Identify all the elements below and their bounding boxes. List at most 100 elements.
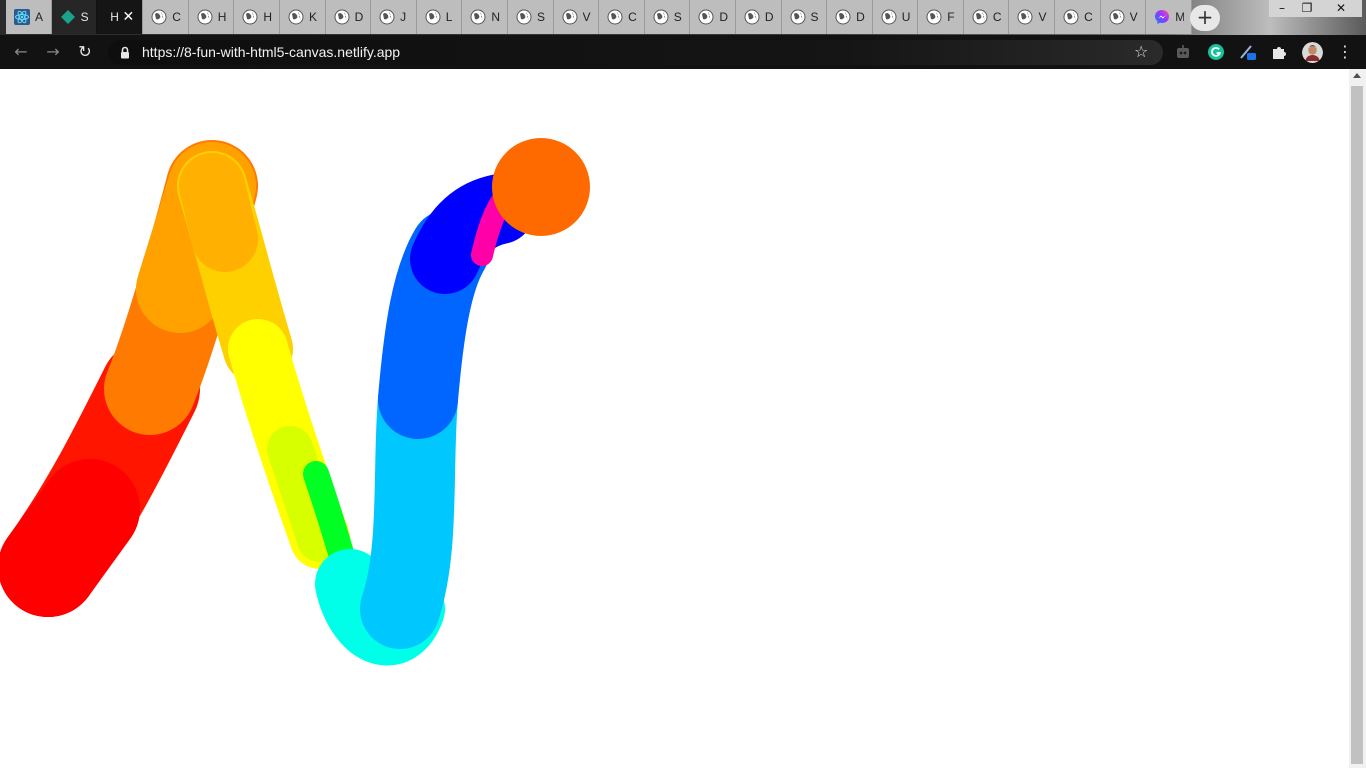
tab-title: J bbox=[400, 10, 407, 24]
globe-icon bbox=[698, 9, 714, 25]
tab-list: A S H ✕ C H H K D J L N S V C S D D S D U F C V C V M bbox=[6, 0, 1192, 35]
tab-title: H bbox=[263, 10, 273, 24]
tab-strip: A S H ✕ C H H K D J L N S V C S D D S D U F C V C V M + – ❐ ✕ bbox=[0, 0, 1366, 35]
puzzle-icon[interactable] bbox=[1270, 43, 1288, 61]
browser-tab[interactable]: H bbox=[234, 0, 280, 34]
messenger-icon bbox=[1154, 9, 1170, 25]
browser-tab[interactable]: D bbox=[827, 0, 873, 34]
browser-tab[interactable]: A bbox=[6, 0, 52, 34]
tab-title: D bbox=[764, 10, 774, 24]
globe-icon bbox=[926, 9, 942, 25]
globe-icon bbox=[334, 9, 350, 25]
tab-title: S bbox=[673, 10, 682, 24]
browser-tab[interactable]: D bbox=[690, 0, 736, 34]
globe-icon bbox=[242, 9, 258, 25]
tab-title: C bbox=[172, 10, 181, 24]
browser-tab[interactable]: F bbox=[918, 0, 964, 34]
tab-title: N bbox=[491, 10, 501, 24]
tab-title: F bbox=[947, 10, 955, 24]
robot-icon[interactable] bbox=[1174, 43, 1192, 61]
globe-icon bbox=[790, 9, 806, 25]
browser-tab[interactable]: C bbox=[143, 0, 189, 34]
tab-title: U bbox=[901, 10, 911, 24]
reload-button[interactable]: ↻ bbox=[75, 43, 95, 61]
scrollbar-thumb[interactable] bbox=[1351, 86, 1363, 764]
close-tab-icon[interactable]: ✕ bbox=[122, 9, 134, 25]
browser-tab[interactable]: D bbox=[325, 0, 372, 34]
tab-title: A bbox=[35, 10, 44, 24]
browser-tab[interactable]: K bbox=[279, 0, 326, 34]
tab-title: C bbox=[992, 10, 1002, 24]
profile-avatar[interactable] bbox=[1302, 42, 1323, 63]
back-button[interactable]: ← bbox=[11, 43, 31, 61]
tab-title: L bbox=[445, 10, 453, 24]
restore-button[interactable]: ❐ bbox=[1294, 0, 1320, 17]
stroke-start-dot bbox=[0, 517, 98, 617]
browser-tab[interactable]: C bbox=[599, 0, 645, 34]
tab-title: V bbox=[582, 10, 591, 24]
browser-tab[interactable]: N bbox=[462, 0, 508, 34]
drawing-canvas[interactable] bbox=[0, 69, 1349, 768]
diamond-icon bbox=[60, 9, 76, 25]
browser-tab[interactable]: S bbox=[644, 0, 691, 34]
browser-tab[interactable]: S bbox=[781, 0, 828, 34]
globe-icon bbox=[288, 9, 304, 25]
new-tab-button[interactable]: + bbox=[1190, 5, 1220, 31]
browser-tab[interactable]: V bbox=[1009, 0, 1056, 34]
browser-tab[interactable]: S bbox=[51, 0, 98, 34]
browser-tab[interactable]: D bbox=[735, 0, 782, 34]
browser-tab[interactable]: H ✕ bbox=[97, 0, 144, 34]
tab-title: H bbox=[110, 10, 119, 24]
tab-title: S bbox=[536, 10, 545, 24]
browser-tab[interactable]: U bbox=[872, 0, 919, 34]
forward-button[interactable]: → bbox=[43, 43, 63, 61]
grammarly-icon[interactable] bbox=[1207, 43, 1225, 61]
browser-tab[interactable]: V bbox=[1100, 0, 1147, 34]
tab-title: M bbox=[1175, 10, 1185, 24]
tab-title: D bbox=[719, 10, 728, 24]
tab-title: V bbox=[1038, 10, 1047, 24]
browser-tab[interactable]: H bbox=[188, 0, 235, 34]
browser-tab[interactable]: C bbox=[1055, 0, 1101, 34]
close-window-button[interactable]: ✕ bbox=[1320, 0, 1362, 17]
globe-icon bbox=[470, 9, 486, 25]
page-content bbox=[0, 69, 1366, 768]
url-text[interactable]: https://8-fun-with-html5-canvas.netlify.… bbox=[142, 44, 400, 60]
globe-icon bbox=[151, 9, 167, 25]
tab-title: D bbox=[856, 10, 865, 24]
tab-title: D bbox=[354, 10, 364, 24]
lock-icon[interactable] bbox=[120, 46, 130, 59]
stroke-segment bbox=[179, 153, 258, 272]
globe-icon bbox=[516, 9, 532, 25]
tab-title: C bbox=[1084, 10, 1093, 24]
stroke-end-dot bbox=[492, 138, 590, 236]
menu-icon[interactable]: ⋮ bbox=[1337, 43, 1353, 61]
browser-tab[interactable]: L bbox=[416, 0, 463, 34]
globe-icon bbox=[562, 9, 578, 25]
tab-title: K bbox=[308, 10, 317, 24]
scroll-up-arrow[interactable] bbox=[1353, 73, 1361, 78]
globe-icon bbox=[379, 9, 395, 25]
browser-tab[interactable]: C bbox=[963, 0, 1010, 34]
browser-tab[interactable]: V bbox=[553, 0, 600, 34]
tab-title: S bbox=[810, 10, 819, 24]
tab-title: V bbox=[1129, 10, 1138, 24]
globe-icon bbox=[425, 9, 441, 25]
globe-icon bbox=[835, 9, 851, 25]
globe-icon bbox=[1063, 9, 1079, 25]
vertical-scrollbar[interactable] bbox=[1349, 69, 1366, 768]
globe-icon bbox=[881, 9, 897, 25]
tab-title: H bbox=[217, 10, 227, 24]
minimize-button[interactable]: – bbox=[1269, 0, 1295, 17]
bookmark-star-icon[interactable]: ☆ bbox=[1134, 42, 1148, 61]
pen-icon[interactable] bbox=[1238, 43, 1256, 61]
browser-tab[interactable]: M bbox=[1146, 0, 1192, 34]
browser-tab[interactable]: S bbox=[507, 0, 554, 34]
globe-icon bbox=[1017, 9, 1033, 25]
address-bar[interactable]: https://8-fun-with-html5-canvas.netlify.… bbox=[108, 40, 1163, 65]
globe-icon bbox=[1109, 9, 1125, 25]
globe-icon bbox=[197, 9, 213, 25]
browser-tab[interactable]: J bbox=[371, 0, 417, 34]
globe-icon bbox=[653, 9, 669, 25]
tab-title: C bbox=[628, 10, 637, 24]
